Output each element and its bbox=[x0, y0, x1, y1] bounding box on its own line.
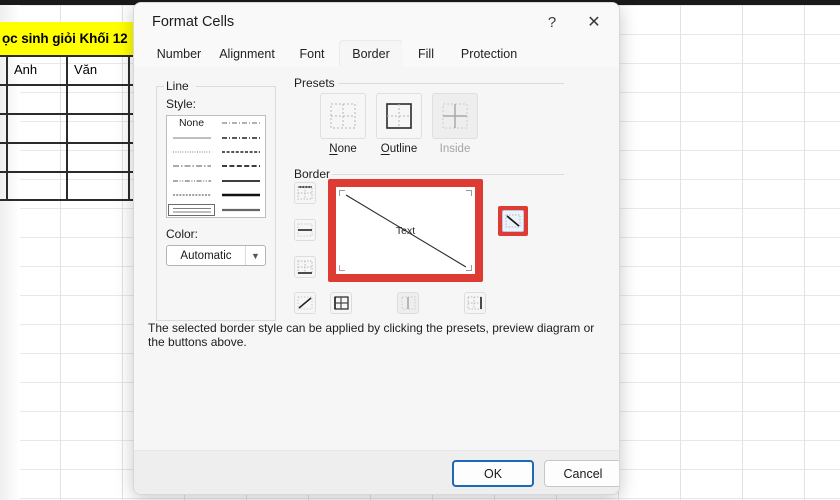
border-preview-highlight: Text bbox=[328, 179, 483, 282]
dialog-title: Format Cells bbox=[152, 14, 234, 30]
line-style-none[interactable]: None bbox=[167, 116, 216, 130]
line-style-thin-solid[interactable] bbox=[167, 130, 216, 144]
color-label: Color: bbox=[166, 227, 198, 241]
line-sample-icon bbox=[222, 163, 260, 169]
preview-text-label: Text bbox=[336, 187, 475, 274]
line-sample-icon bbox=[222, 192, 260, 198]
column-header-anh[interactable]: Anh bbox=[8, 55, 64, 84]
border-diagonal-up-icon bbox=[297, 295, 313, 311]
preset-none-icon bbox=[320, 93, 366, 139]
line-style-double[interactable] bbox=[167, 203, 216, 217]
worksheet-title-cell[interactable]: ọc sinh giỏi Khối 12 bbox=[0, 22, 137, 55]
preset-inside[interactable]: Inside bbox=[432, 93, 478, 155]
line-style-dashdot-thin[interactable] bbox=[167, 159, 216, 173]
chevron-down-icon[interactable]: ▼ bbox=[245, 246, 265, 265]
border-right-button[interactable] bbox=[464, 292, 486, 314]
titlebar-actions: ? ✕ bbox=[531, 7, 619, 37]
border-horizontal-button[interactable] bbox=[294, 219, 316, 241]
border-hint-text: The selected border style can be applied… bbox=[148, 321, 608, 349]
border-vertical-button[interactable] bbox=[397, 292, 419, 314]
border-top-icon bbox=[297, 185, 313, 201]
line-color-value: Automatic bbox=[167, 250, 245, 262]
tab-font[interactable]: Font bbox=[284, 41, 340, 67]
line-style-thick-solid-3[interactable] bbox=[216, 203, 265, 217]
worksheet-data-table: Anh Văn bbox=[0, 55, 137, 201]
line-color-dropdown[interactable]: Automatic ▼ bbox=[166, 245, 266, 266]
tab-number[interactable]: Number bbox=[148, 41, 210, 67]
preset-outline-label: Outline bbox=[376, 143, 422, 155]
preset-none[interactable]: None bbox=[320, 93, 366, 155]
table-row[interactable] bbox=[0, 113, 137, 142]
line-sample-icon bbox=[222, 149, 260, 155]
line-style-fine-dashed[interactable] bbox=[167, 188, 216, 202]
border-left-icon bbox=[333, 295, 349, 311]
preset-inside-label: Inside bbox=[432, 143, 478, 155]
preset-outline[interactable]: Outline bbox=[376, 93, 422, 155]
border-group-label: Border bbox=[294, 167, 330, 181]
preset-none-label: None bbox=[320, 143, 366, 155]
close-icon[interactable]: ✕ bbox=[573, 7, 615, 37]
diagonal-down-highlight bbox=[498, 206, 528, 236]
tab-fill[interactable]: Fill bbox=[402, 41, 450, 67]
line-style-dotted[interactable] bbox=[167, 145, 216, 159]
line-sample-icon bbox=[173, 192, 211, 198]
line-sample-icon bbox=[222, 207, 260, 213]
line-sample-icon bbox=[173, 163, 211, 169]
line-sample-icon bbox=[222, 135, 260, 141]
line-style-grid[interactable]: None bbox=[166, 115, 266, 218]
border-preview-diagram[interactable]: Text bbox=[336, 187, 475, 274]
line-style-thick-solid-2[interactable] bbox=[216, 188, 265, 202]
border-diagonal-down-button[interactable] bbox=[502, 210, 524, 232]
line-style-medium-dashed-fine[interactable] bbox=[216, 145, 265, 159]
border-top-button[interactable] bbox=[294, 182, 316, 204]
presets-group-rule bbox=[339, 83, 564, 84]
line-sample-icon bbox=[173, 178, 211, 184]
table-vertical-rule bbox=[128, 55, 130, 201]
tab-protection[interactable]: Protection bbox=[450, 41, 528, 67]
border-bottom-icon bbox=[297, 259, 313, 275]
dialog-body: Line Style: None bbox=[134, 67, 619, 450]
format-cells-dialog: Format Cells ? ✕ Number Alignment Font B… bbox=[133, 2, 620, 495]
border-right-icon bbox=[467, 295, 483, 311]
border-bottom-button[interactable] bbox=[294, 256, 316, 278]
border-diagonal-down-icon bbox=[505, 213, 521, 229]
preset-outline-icon bbox=[376, 93, 422, 139]
border-group-rule bbox=[332, 174, 564, 175]
dialog-footer: OK Cancel bbox=[134, 450, 619, 495]
question-mark-icon[interactable]: ? bbox=[531, 7, 573, 37]
cancel-button[interactable]: Cancel bbox=[544, 460, 620, 487]
table-row[interactable] bbox=[0, 142, 137, 171]
line-group-label: Line bbox=[166, 79, 189, 93]
dialog-titlebar[interactable]: Format Cells ? ✕ bbox=[134, 3, 619, 41]
presets-group-label: Presets bbox=[294, 76, 335, 90]
line-style-none-label: None bbox=[179, 117, 204, 129]
table-row[interactable] bbox=[0, 171, 137, 200]
preset-inside-icon bbox=[432, 93, 478, 139]
line-sample-icon bbox=[222, 178, 260, 184]
line-sample-icon bbox=[222, 120, 260, 126]
table-row[interactable] bbox=[0, 84, 137, 113]
column-header-van[interactable]: Văn bbox=[68, 55, 126, 84]
line-sample-icon bbox=[173, 135, 211, 141]
line-style-hairline-dashdot[interactable] bbox=[216, 116, 265, 130]
border-left-button[interactable] bbox=[330, 292, 352, 314]
line-sample-icon bbox=[173, 149, 211, 155]
line-style-dashdotdot[interactable] bbox=[167, 174, 216, 188]
line-style-medium-dashed[interactable] bbox=[216, 159, 265, 173]
style-label: Style: bbox=[166, 97, 196, 111]
border-vertical-icon bbox=[400, 295, 416, 311]
tab-border[interactable]: Border bbox=[340, 41, 402, 67]
tab-alignment[interactable]: Alignment bbox=[210, 41, 284, 67]
line-style-thick-solid-1[interactable] bbox=[216, 174, 265, 188]
line-sample-icon bbox=[173, 206, 211, 214]
ok-button[interactable]: OK bbox=[452, 460, 534, 487]
border-horizontal-icon bbox=[297, 222, 313, 238]
border-diagonal-up-button[interactable] bbox=[294, 292, 316, 314]
dialog-tabstrip: Number Alignment Font Border Fill Protec… bbox=[134, 41, 619, 67]
line-style-medium-dashdot[interactable] bbox=[216, 130, 265, 144]
